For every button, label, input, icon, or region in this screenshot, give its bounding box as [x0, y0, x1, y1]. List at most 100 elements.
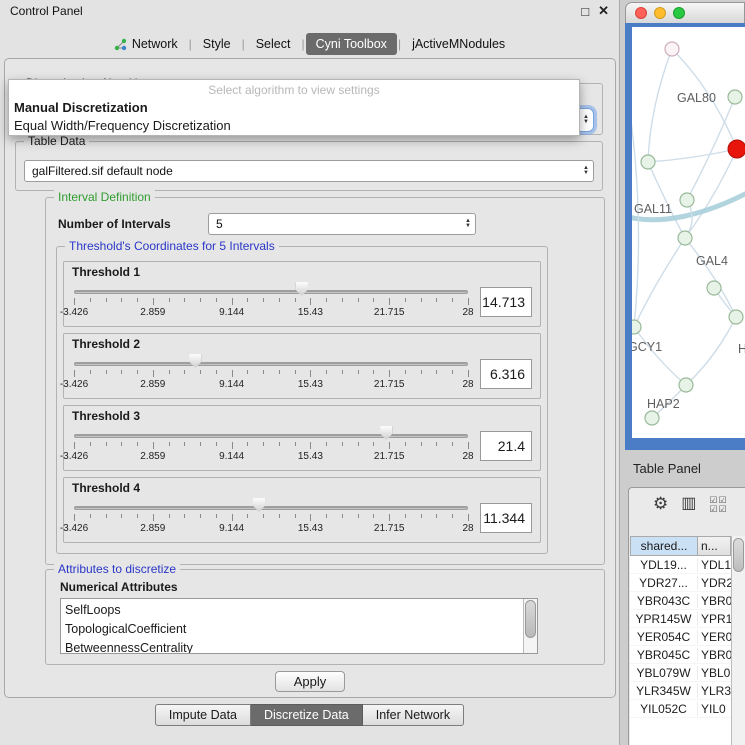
table-cell: YBL079W [630, 666, 698, 680]
attribute-item-betweennesscentrality[interactable]: BetweennessCentrality [65, 639, 519, 653]
network-window-titlebar [625, 2, 745, 23]
network-node[interactable] [680, 193, 694, 207]
slider-scale-label: 21.715 [374, 307, 405, 318]
table-cell: YLR3 [698, 684, 731, 698]
network-edge[interactable] [685, 238, 736, 317]
network-edge[interactable] [648, 149, 737, 162]
network-edge[interactable] [634, 327, 686, 385]
table-cell: YBR043C [630, 594, 698, 608]
table-row[interactable]: YPR145WYPR1 [630, 610, 731, 628]
tab-select[interactable]: Select [246, 33, 301, 55]
table-row[interactable]: YBL079WYBL0 [630, 664, 731, 682]
network-node[interactable] [665, 42, 679, 56]
scrollbar-thumb[interactable] [525, 600, 536, 638]
attributes-list-box: SelfLoopsTopologicalCoefficientBetweenne… [60, 598, 538, 654]
threshold-label: Threshold 3 [72, 409, 532, 423]
slider-scale-label: 15.43 [298, 379, 323, 390]
network-node[interactable] [641, 155, 655, 169]
table-row[interactable]: YDL19...YDL1 [630, 556, 731, 574]
threshold-slider[interactable]: -3.4262.8599.14415.4321.71528 [72, 353, 470, 395]
threshold-panel: Threshold 3 -3.4262.8599.14415.4321.71528… [63, 405, 541, 471]
close-icon[interactable]: ✕ [598, 3, 609, 19]
table-row[interactable]: YIL052CYIL0 [630, 700, 731, 718]
table-row[interactable]: YBR045CYBR0 [630, 646, 731, 664]
table-data-group: Table Data galFiltered.sif default node … [15, 141, 603, 191]
slider-scale-label: 9.144 [219, 379, 244, 390]
bottom-tab-discretize-data[interactable]: Discretize Data [251, 704, 363, 726]
network-edge[interactable] [634, 238, 685, 327]
network-node[interactable] [728, 90, 742, 104]
attributes-scrollbar[interactable] [523, 599, 537, 653]
gear-icon[interactable]: ⚙ [653, 495, 668, 513]
close-traffic-light[interactable] [635, 7, 647, 19]
threshold-value[interactable]: 14.713 [480, 287, 532, 317]
network-node[interactable] [679, 378, 693, 392]
float-window-icon[interactable]: □ [581, 4, 589, 19]
network-node[interactable] [678, 231, 692, 245]
tab-jactivemnodules[interactable]: jActiveMNodules [402, 33, 515, 55]
threshold-value[interactable]: 21.4 [480, 431, 532, 461]
attribute-item-topologicalcoefficient[interactable]: TopologicalCoefficient [65, 620, 519, 639]
zoom-traffic-light[interactable] [673, 7, 685, 19]
dropdown-item-manual-discretization[interactable]: Manual Discretization [9, 99, 579, 117]
table-data-combobox[interactable]: galFiltered.sif default node ▲▼ [24, 160, 594, 182]
bottom-tab-infer-network[interactable]: Infer Network [363, 704, 464, 726]
column-header-n[interactable]: n... [698, 536, 731, 556]
threshold-label: Threshold 2 [72, 337, 532, 351]
network-node[interactable] [645, 411, 659, 425]
dropdown-header: Select algorithm to view settings [9, 80, 579, 99]
table-cell: YIL0 [698, 702, 731, 716]
table-body: YDL19...YDL1YDR27...YDR2YBR043CYBR0YPR14… [630, 556, 731, 745]
minimize-traffic-light[interactable] [654, 7, 666, 19]
dropdown-item-equal-width-frequency-discretization[interactable]: Equal Width/Frequency Discretization [9, 117, 579, 135]
bottom-tab-impute-data[interactable]: Impute Data [155, 704, 251, 726]
table-panel-window: ⚙ ▥ ☑☑ ☑☑ shared...n... YDL19...YDL1YDR2… [628, 487, 745, 745]
network-edge[interactable] [648, 49, 672, 162]
columns-icon[interactable]: ▥ [681, 495, 696, 513]
network-node[interactable] [728, 140, 745, 158]
network-node[interactable] [632, 320, 641, 334]
tab-cyni-toolbox[interactable]: Cyni Toolbox [306, 33, 397, 55]
threshold-slider[interactable]: -3.4262.8599.14415.4321.71528 [72, 281, 470, 323]
threshold-value[interactable]: 11.344 [480, 503, 532, 533]
apply-button[interactable]: Apply [275, 671, 345, 692]
threshold-slider[interactable]: -3.4262.8599.14415.4321.71528 [72, 497, 470, 539]
table-row[interactable]: YER054CYER0 [630, 628, 731, 646]
threshold-value[interactable]: 6.316 [480, 359, 532, 389]
control-panel-body: Discretization Algorithm ▲▼ Table Data g… [4, 58, 616, 698]
group-title: Table Data [24, 134, 89, 149]
slider-scale-label: -3.426 [60, 451, 88, 462]
network-node[interactable] [729, 310, 743, 324]
table-data-combobox-value: galFiltered.sif default node [32, 164, 173, 178]
group-title: Interval Definition [54, 190, 155, 205]
num-intervals-value: 5 [216, 217, 223, 231]
slider-scale-label: -3.426 [60, 523, 88, 534]
table-row[interactable]: YLR345WYLR3 [630, 682, 731, 700]
table-row[interactable]: YDR27...YDR2 [630, 574, 731, 592]
column-visibility-icons[interactable]: ☑☑ ☑☑ [709, 496, 727, 514]
scrollbar-thumb[interactable] [733, 538, 744, 572]
network-edge[interactable] [685, 149, 737, 238]
threshold-slider[interactable]: -3.4262.8599.14415.4321.71528 [72, 425, 470, 467]
attributes-group: Attributes to discretize Numerical Attri… [45, 569, 605, 665]
checkbox-icon: ☑☑ [709, 505, 727, 514]
network-node[interactable] [707, 281, 721, 295]
attribute-item-selfloops[interactable]: SelfLoops [65, 601, 519, 620]
tab-label: Select [256, 37, 291, 51]
table-row[interactable]: YBR043CYBR0 [630, 592, 731, 610]
algorithm-dropdown: Select algorithm to view settings Manual… [8, 79, 580, 136]
table-cell: YBR0 [698, 594, 731, 608]
network-edge[interactable] [686, 317, 736, 385]
network-canvas[interactable]: GAL80GAL11GAL4GCY1HAP2H [632, 27, 745, 438]
slider-scale-label: 9.144 [219, 523, 244, 534]
slider-scale-label: 2.859 [140, 379, 165, 390]
slider-scale-label: 9.144 [219, 451, 244, 462]
num-intervals-combobox[interactable]: 5 ▲▼ [208, 213, 476, 235]
column-header-shared[interactable]: shared... [630, 536, 698, 556]
tab-style[interactable]: Style [193, 33, 241, 55]
network-icon [114, 38, 127, 51]
table-scrollbar[interactable] [731, 536, 745, 745]
tab-network[interactable]: Network [104, 33, 188, 55]
tab-separator: | [398, 37, 401, 51]
spinner-icon: ▲▼ [583, 115, 589, 125]
